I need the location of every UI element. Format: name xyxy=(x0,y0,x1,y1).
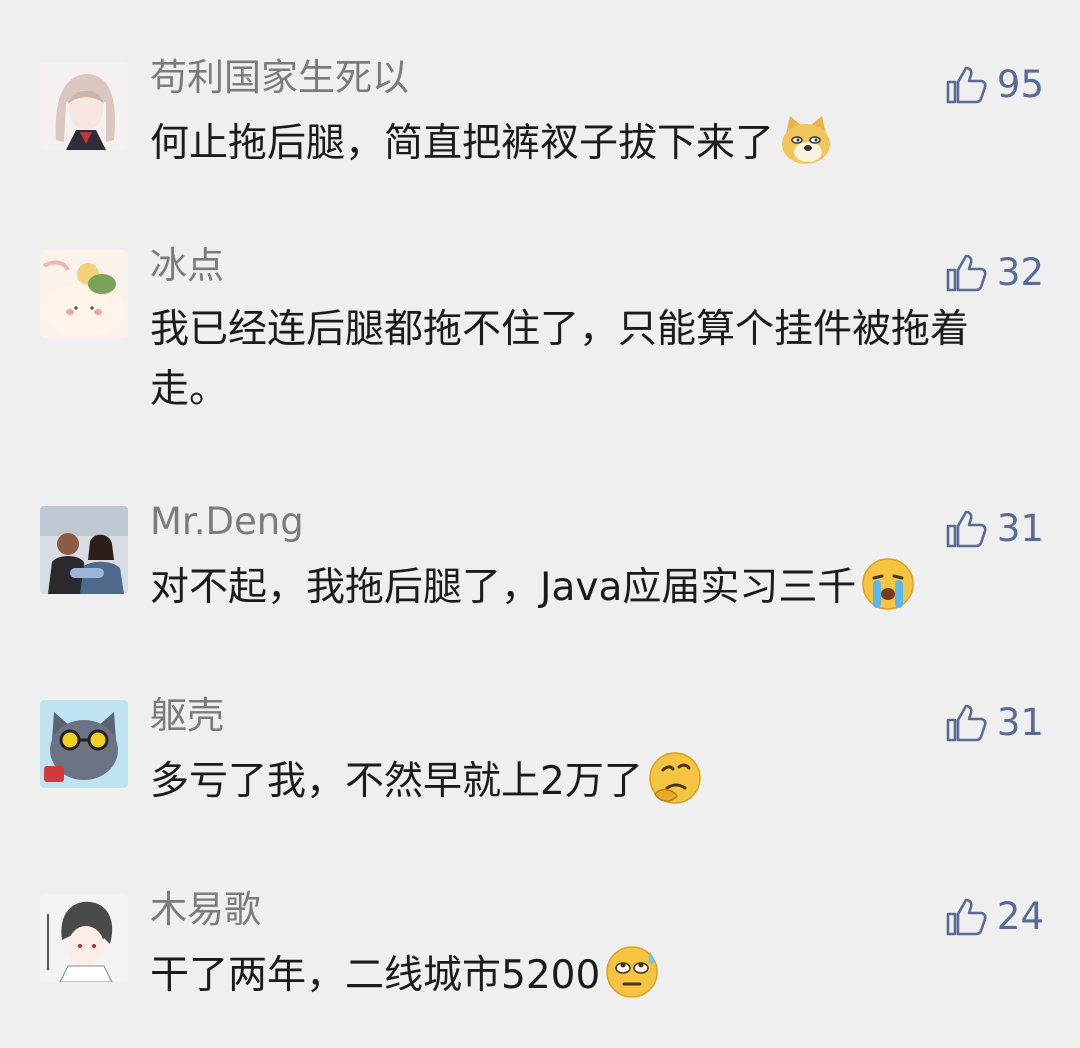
thumbs-up-icon xyxy=(946,898,987,936)
commenter-name[interactable]: 木易歌 xyxy=(150,888,261,932)
like-count: 31 xyxy=(996,507,1044,550)
commenter-name[interactable]: 苟利国家生死以 xyxy=(150,56,409,100)
comment-body: 我已经连后腿都拖不住了，只能算个挂件被拖着走。 xyxy=(150,307,970,412)
commenter-name[interactable]: 躯壳 xyxy=(150,694,224,738)
thumbs-up-icon xyxy=(946,66,987,104)
avatar[interactable] xyxy=(40,700,128,788)
cat-sunglasses-avatar-icon xyxy=(40,700,128,788)
commenter-name[interactable]: 冰点 xyxy=(150,244,224,288)
couple-photo-avatar-icon xyxy=(40,506,128,594)
avatar[interactable] xyxy=(40,506,128,594)
comment-body: 多亏了我，不然早就上2万了 xyxy=(150,759,643,804)
crying-face-emoji-icon xyxy=(862,558,915,610)
avatar[interactable] xyxy=(40,62,128,150)
comment-list: 苟利国家生死以 95 何止拖后腿，简直把裤衩子拔下来了 冰点 32 我已经连后腿… xyxy=(0,0,1080,1048)
comment-text: 何止拖后腿，简直把裤衩子拔下来了 xyxy=(150,112,1020,174)
comment-body: 对不起，我拖后腿了，Java应届实习三千 xyxy=(150,565,857,610)
anime-girl-avatar-icon xyxy=(40,62,128,150)
like-button[interactable]: 24 xyxy=(943,894,1044,940)
comment-text: 对不起，我拖后腿了，Java应届实习三千 xyxy=(150,556,1020,618)
thinking-face-emoji-icon xyxy=(649,752,701,804)
comment-text: 多亏了我，不然早就上2万了 xyxy=(150,750,1020,812)
like-count: 31 xyxy=(996,701,1044,744)
comment-text: 我已经连后腿都拖不住了，只能算个挂件被拖着走。 xyxy=(150,300,1020,420)
thumbs-up-icon xyxy=(946,510,987,548)
eye-roll-sweat-emoji-icon xyxy=(606,946,659,998)
commenter-name[interactable]: Mr.Deng xyxy=(150,500,304,544)
avatar[interactable] xyxy=(40,250,128,338)
cartoon-bun-avatar-icon xyxy=(40,250,128,338)
like-button[interactable]: 32 xyxy=(943,250,1044,296)
anime-boy-avatar-icon xyxy=(40,894,128,982)
like-button[interactable]: 31 xyxy=(943,506,1044,552)
like-button[interactable]: 31 xyxy=(943,700,1044,746)
comment-body: 干了两年，二线城市5200 xyxy=(150,953,601,998)
like-count: 95 xyxy=(996,63,1044,106)
doge-emoji-icon xyxy=(782,116,831,164)
like-count: 32 xyxy=(996,251,1044,294)
like-count: 24 xyxy=(996,895,1044,938)
avatar[interactable] xyxy=(40,894,128,982)
thumbs-up-icon xyxy=(946,254,987,292)
like-button[interactable]: 95 xyxy=(943,62,1044,108)
comment-body: 何止拖后腿，简直把裤衩子拔下来了 xyxy=(150,121,775,166)
thumbs-up-icon xyxy=(946,704,987,742)
comment-text: 干了两年，二线城市5200 xyxy=(150,944,1020,1006)
